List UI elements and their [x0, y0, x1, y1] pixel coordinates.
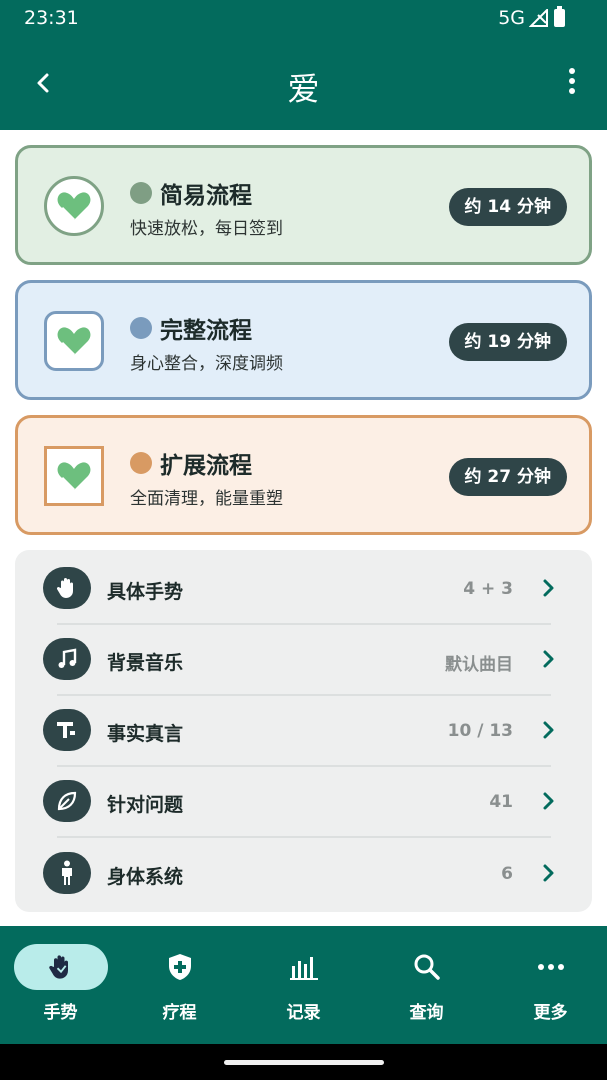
- search-icon: [380, 944, 474, 990]
- nav-records[interactable]: 记录: [243, 926, 364, 1044]
- settings-row-issues[interactable]: 针对问题 41: [15, 766, 592, 837]
- flow-color-dot: [130, 182, 152, 204]
- hand-icon: [13, 944, 108, 990]
- flow-card-extended[interactable]: 扩展流程 全面清理，能量重塑 约 27 分钟: [15, 415, 592, 535]
- flow-desc: 身心整合，深度调频: [130, 354, 283, 374]
- settings-value: 4 + 3: [463, 579, 513, 599]
- flow-desc: 全面清理，能量重塑: [130, 489, 283, 509]
- flow-name: 扩展流程: [160, 453, 252, 479]
- battery-icon: [554, 6, 565, 27]
- music-note-icon: [43, 638, 91, 680]
- nav-more[interactable]: 更多: [490, 926, 607, 1044]
- chevron-right-icon: [543, 864, 554, 882]
- more-horiz-icon: [504, 944, 598, 990]
- nav-label: 查询: [409, 1003, 444, 1023]
- flow-card-simple[interactable]: 简易流程 快速放松，每日签到 约 14 分钟: [15, 145, 592, 265]
- flow-name: 完整流程: [160, 318, 252, 344]
- duration-badge[interactable]: 约 14 分钟: [448, 188, 567, 226]
- heart-icon: [44, 311, 104, 371]
- flow-color-dot: [130, 317, 152, 339]
- chevron-right-icon: [543, 721, 554, 739]
- shield-plus-icon: [133, 944, 227, 990]
- settings-row-music[interactable]: 背景音乐 默认曲目: [15, 624, 592, 695]
- signal-icon: [529, 9, 548, 27]
- bar-chart-icon: [257, 944, 351, 990]
- heart-icon: [44, 446, 104, 506]
- duration-badge[interactable]: 约 19 分钟: [448, 323, 567, 361]
- settings-row-body-systems[interactable]: 身体系统 6: [15, 838, 592, 909]
- leaf-icon: [43, 780, 91, 822]
- settings-row-gestures[interactable]: 具体手势 4 + 3: [15, 553, 592, 624]
- more-vert-icon[interactable]: [567, 68, 577, 98]
- page-title: 爱: [287, 70, 320, 108]
- heart-icon: [44, 176, 104, 236]
- settings-value: 10 / 13: [447, 721, 513, 741]
- nav-gestures[interactable]: 手势: [0, 926, 121, 1044]
- settings-label: 事实真言: [107, 723, 184, 745]
- home-handle[interactable]: [224, 1060, 384, 1065]
- app-bar: 爱: [0, 38, 607, 130]
- settings-label: 身体系统: [107, 866, 184, 888]
- settings-label: 具体手势: [107, 581, 184, 603]
- chevron-right-icon: [543, 650, 554, 668]
- nav-label: 记录: [286, 1003, 321, 1023]
- duration-badge[interactable]: 约 27 分钟: [448, 458, 567, 496]
- chevron-right-icon: [543, 579, 554, 597]
- settings-value: 默认曲目: [445, 655, 513, 675]
- flow-name: 简易流程: [160, 183, 252, 209]
- flow-color-dot: [130, 452, 152, 474]
- nav-search[interactable]: 查询: [366, 926, 487, 1044]
- network-label: 5G: [498, 7, 525, 29]
- hand-icon: [43, 567, 91, 609]
- status-bar: 23:31 5G: [0, 0, 607, 38]
- status-time: 23:31: [24, 7, 79, 29]
- settings-list: 具体手势 4 + 3 背景音乐 默认曲目 事实真言 10 / 13 针对问题 4…: [15, 550, 592, 912]
- settings-row-truths[interactable]: 事实真言 10 / 13: [15, 695, 592, 766]
- person-icon: [43, 852, 91, 894]
- flow-desc: 快速放松，每日签到: [130, 219, 283, 239]
- flow-card-full[interactable]: 完整流程 身心整合，深度调频 约 19 分钟: [15, 280, 592, 400]
- nav-label: 手势: [43, 1003, 78, 1023]
- chevron-right-icon: [543, 792, 554, 810]
- text-icon: [43, 709, 91, 751]
- system-nav-bar: [0, 1044, 607, 1080]
- nav-label: 更多: [533, 1003, 568, 1023]
- settings-label: 背景音乐: [107, 652, 184, 674]
- nav-courses[interactable]: 疗程: [119, 926, 240, 1044]
- bottom-nav: 手势 疗程 记录 查询 更多: [0, 926, 607, 1044]
- nav-label: 疗程: [162, 1003, 197, 1023]
- settings-value: 6: [501, 864, 513, 884]
- settings-value: 41: [489, 792, 513, 812]
- settings-label: 针对问题: [107, 794, 184, 816]
